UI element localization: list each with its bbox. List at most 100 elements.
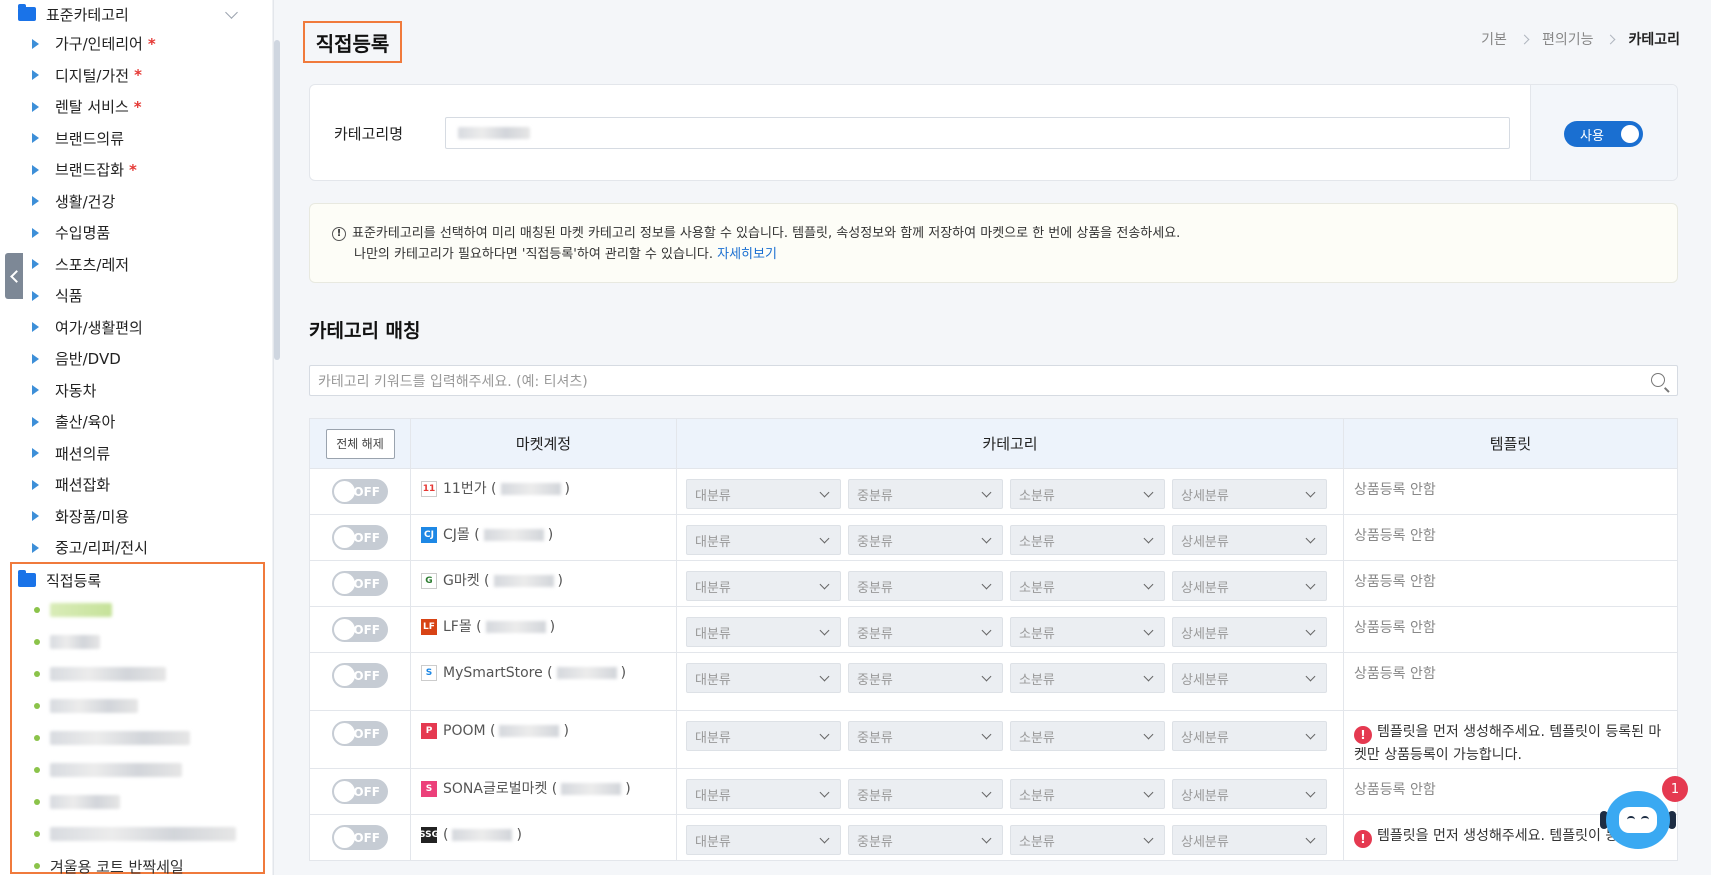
collapse-sidebar-button[interactable] bbox=[5, 253, 23, 299]
category-keyword-search[interactable]: 카테고리 키워드를 입력해주세요. (예: 티셔츠) bbox=[309, 365, 1678, 396]
chat-button[interactable]: 1 bbox=[1600, 776, 1688, 851]
category-select[interactable]: 상세분류 bbox=[1172, 779, 1327, 809]
sidebar-category-item[interactable]: 중고/리퍼/전시 bbox=[0, 532, 262, 564]
toggle-off-label: OFF bbox=[353, 530, 380, 545]
sidebar-category-item[interactable]: 스포츠/레저 bbox=[0, 249, 262, 281]
breadcrumb-item[interactable]: 기본 bbox=[1481, 29, 1507, 49]
direct-item[interactable] bbox=[12, 594, 263, 626]
category-select[interactable]: 중분류 bbox=[848, 525, 1003, 555]
category-select[interactable]: 중분류 bbox=[848, 617, 1003, 647]
category-select[interactable]: 중분류 bbox=[848, 571, 1003, 601]
learn-more-link[interactable]: 자세히보기 bbox=[717, 247, 777, 262]
category-select[interactable]: 대분류 bbox=[686, 663, 841, 693]
sidebar-category-item[interactable]: 브랜드잡화 * bbox=[0, 154, 262, 186]
toggle-off-label: OFF bbox=[353, 622, 380, 637]
category-select[interactable]: 소분류 bbox=[1010, 617, 1165, 647]
sidebar-category-item[interactable]: 패션의류 bbox=[0, 438, 262, 470]
category-select[interactable]: 중분류 bbox=[848, 825, 1003, 855]
category-select[interactable]: 대분류 bbox=[686, 479, 841, 509]
required-mark: * bbox=[134, 66, 142, 85]
category-select[interactable]: 중분류 bbox=[848, 479, 1003, 509]
caret-right-icon bbox=[32, 227, 39, 238]
category-select[interactable]: 상세분류 bbox=[1172, 663, 1327, 693]
direct-item[interactable] bbox=[12, 626, 263, 658]
category-select[interactable]: 상세분류 bbox=[1172, 825, 1327, 855]
direct-item[interactable] bbox=[12, 754, 263, 786]
category-select[interactable]: 소분류 bbox=[1010, 779, 1165, 809]
category-label: 음반/DVD bbox=[55, 350, 121, 369]
category-select[interactable]: 중분류 bbox=[848, 663, 1003, 693]
direct-item[interactable] bbox=[12, 786, 263, 818]
folder-direct-register[interactable]: 직접등록 bbox=[12, 566, 263, 594]
category-select[interactable]: 대분류 bbox=[686, 525, 841, 555]
category-select[interactable]: 상세분류 bbox=[1172, 479, 1327, 509]
sidebar-category-item[interactable]: 식품 bbox=[0, 280, 262, 312]
market-toggle[interactable]: OFF bbox=[332, 571, 388, 596]
category-select[interactable]: 중분류 bbox=[848, 779, 1003, 809]
sidebar-category-item[interactable]: 자동차 bbox=[0, 375, 262, 407]
market-toggle[interactable]: OFF bbox=[332, 479, 388, 504]
toggle-knob bbox=[334, 573, 355, 594]
category-select[interactable]: 소분류 bbox=[1010, 479, 1165, 509]
category-select[interactable]: 대분류 bbox=[686, 825, 841, 855]
sidebar-category-item[interactable]: 출산/육아 bbox=[0, 406, 262, 438]
category-select[interactable]: 중분류 bbox=[848, 721, 1003, 751]
direct-item[interactable]: 겨울용 코트 반짝세일 bbox=[12, 850, 263, 875]
market-account-close: ) bbox=[516, 827, 522, 843]
category-select[interactable]: 소분류 bbox=[1010, 825, 1165, 855]
toggle-knob bbox=[334, 665, 355, 686]
chevron-right-icon bbox=[1606, 34, 1616, 44]
market-toggle[interactable]: OFF bbox=[332, 663, 388, 688]
category-label: 패션의류 bbox=[55, 444, 111, 463]
direct-item[interactable] bbox=[12, 690, 263, 722]
sidebar-category-item[interactable]: 화장품/미용 bbox=[0, 501, 262, 533]
use-toggle-area: 사용 bbox=[1530, 85, 1677, 180]
sidebar-category-item[interactable]: 패션잡화 bbox=[0, 469, 262, 501]
market-toggle[interactable]: OFF bbox=[332, 525, 388, 550]
category-select[interactable]: 소분류 bbox=[1010, 525, 1165, 555]
market-account-close: ) bbox=[563, 723, 569, 739]
category-select[interactable]: 대분류 bbox=[686, 721, 841, 751]
sidebar-category-item[interactable]: 수입명품 bbox=[0, 217, 262, 249]
category-select[interactable]: 상세분류 bbox=[1172, 525, 1327, 555]
chevron-down-icon[interactable] bbox=[225, 5, 238, 19]
category-select[interactable]: 대분류 bbox=[686, 571, 841, 601]
market-toggle[interactable]: OFF bbox=[332, 721, 388, 746]
market-account-name: MySmartStore ( bbox=[443, 665, 553, 681]
market-toggle[interactable]: OFF bbox=[332, 617, 388, 642]
use-toggle[interactable]: 사용 bbox=[1564, 121, 1643, 147]
sidebar-category-item[interactable]: 생활/건강 bbox=[0, 186, 262, 218]
sidebar-category-item[interactable]: 여가/생활편의 bbox=[0, 312, 262, 344]
category-select[interactable]: 소분류 bbox=[1010, 721, 1165, 751]
notification-badge: 1 bbox=[1662, 776, 1688, 802]
sidebar-category-item[interactable]: 렌탈 서비스 * bbox=[0, 91, 262, 123]
search-icon[interactable] bbox=[1651, 373, 1665, 387]
sidebar-category-item[interactable]: 가구/인테리어 * bbox=[0, 28, 262, 60]
category-select[interactable]: 소분류 bbox=[1010, 571, 1165, 601]
sidebar-category-item[interactable]: 브랜드의류 bbox=[0, 123, 262, 155]
sidebar-category-item[interactable]: 디지털/가전 * bbox=[0, 60, 262, 92]
market-toggle[interactable]: OFF bbox=[332, 779, 388, 804]
sidebar-scroll-thumb[interactable] bbox=[274, 40, 280, 360]
category-select[interactable]: 대분류 bbox=[686, 779, 841, 809]
market-toggle[interactable]: OFF bbox=[332, 825, 388, 850]
category-select[interactable]: 소분류 bbox=[1010, 663, 1165, 693]
category-name-input[interactable] bbox=[445, 117, 1510, 149]
section-title: 카테고리 매칭 bbox=[309, 320, 421, 342]
direct-item[interactable] bbox=[12, 818, 263, 850]
category-select[interactable]: 대분류 bbox=[686, 617, 841, 647]
folder-standard-category[interactable]: 표준카테고리 bbox=[0, 0, 262, 28]
category-select[interactable]: 상세분류 bbox=[1172, 617, 1327, 647]
caret-right-icon bbox=[32, 479, 39, 490]
category-select[interactable]: 상세분류 bbox=[1172, 721, 1327, 751]
market-account-close: ) bbox=[549, 619, 556, 635]
breadcrumb-item[interactable]: 편의기능 bbox=[1542, 29, 1594, 49]
template-status: 상품등록 안함 bbox=[1354, 782, 1436, 798]
direct-item[interactable] bbox=[12, 658, 263, 690]
direct-item[interactable] bbox=[12, 722, 263, 754]
redacted-text bbox=[50, 699, 138, 713]
redacted-text bbox=[499, 725, 560, 737]
category-select[interactable]: 상세분류 bbox=[1172, 571, 1327, 601]
sidebar-category-item[interactable]: 음반/DVD bbox=[0, 343, 262, 375]
clear-all-button[interactable]: 전체 해제 bbox=[325, 428, 395, 459]
